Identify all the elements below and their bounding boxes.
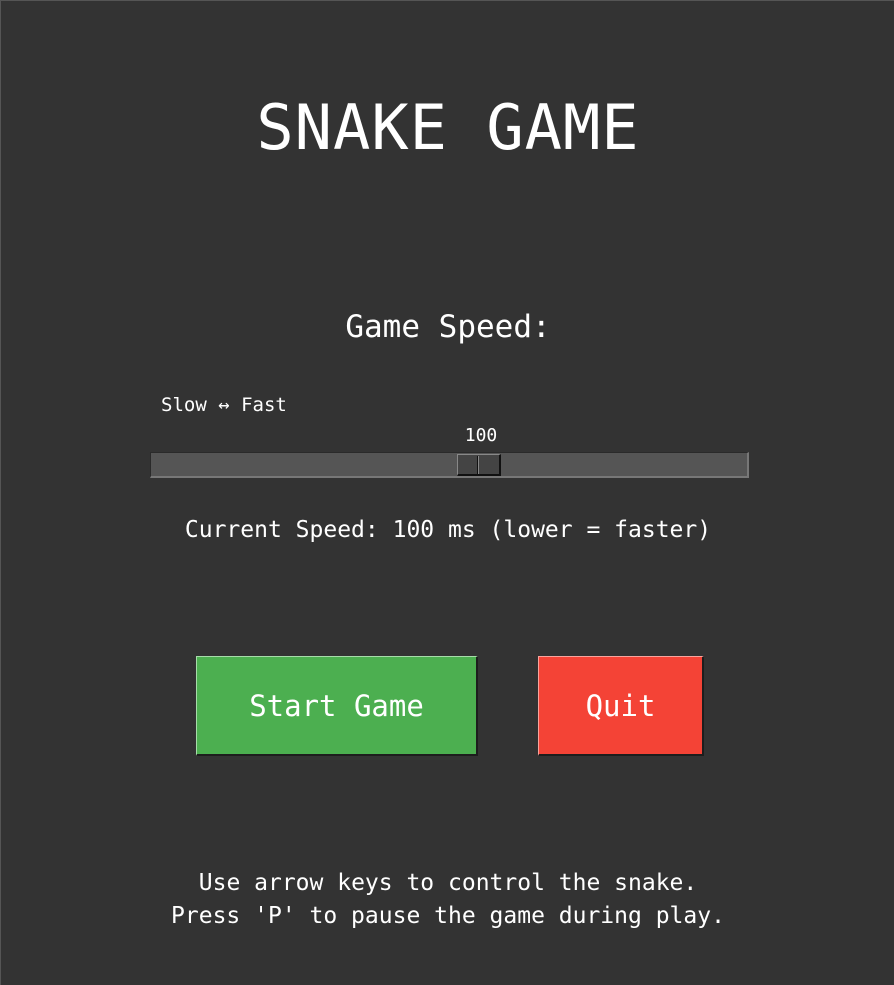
speed-slider-thumb[interactable] xyxy=(457,454,501,476)
game-title: SNAKE GAME xyxy=(256,91,640,164)
instructions-line-1: Use arrow keys to control the snake. xyxy=(198,870,698,896)
slider-caption: Slow ↔ Fast xyxy=(161,394,287,416)
instructions: Use arrow keys to control the snake. Pre… xyxy=(1,867,894,933)
snake-game-window: SNAKE GAME Game Speed: Slow ↔ Fast 100 C… xyxy=(0,0,894,985)
slider-value-label: 100 xyxy=(464,425,498,446)
speed-slider[interactable] xyxy=(150,452,749,478)
speed-heading: Game Speed: xyxy=(345,309,551,345)
current-speed-text: Current Speed: 100 ms (lower = faster) xyxy=(184,517,712,543)
instructions-line-2: Press 'P' to pause the game during play. xyxy=(171,903,725,929)
start-game-button[interactable]: Start Game xyxy=(196,656,478,756)
quit-button[interactable]: Quit xyxy=(538,656,704,756)
